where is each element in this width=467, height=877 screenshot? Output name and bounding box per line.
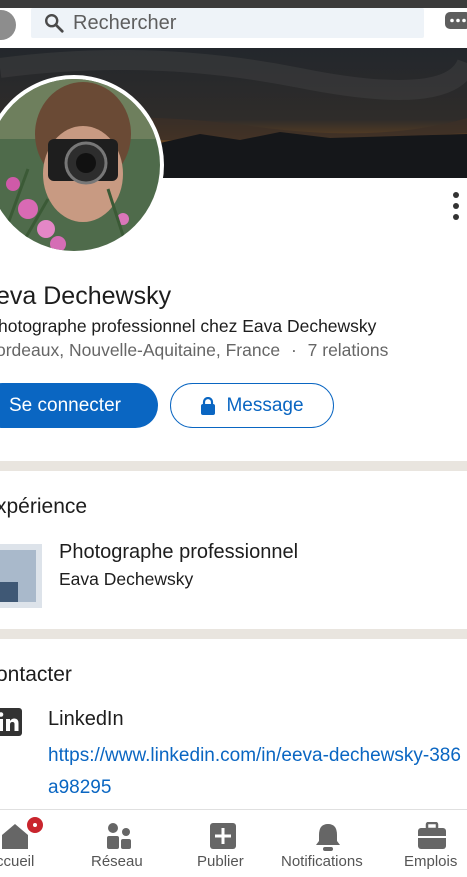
section-divider [0, 629, 467, 639]
nav-home-label: ccueil [0, 853, 35, 870]
bell-icon [316, 824, 340, 851]
lock-icon [201, 396, 216, 415]
profile-photo-image [0, 79, 160, 251]
nav-notifications[interactable]: Notifications [280, 810, 376, 877]
message-button[interactable]: Message [170, 383, 334, 428]
connect-button[interactable]: Se connecter [0, 383, 158, 428]
experience-heading: xpérience [0, 495, 88, 518]
network-icon [107, 823, 131, 849]
experience-role[interactable]: Photographe professionnel [59, 541, 298, 564]
nav-notifications-label: Notifications [281, 853, 363, 870]
profile-name: eva Dechewsky [0, 282, 172, 310]
search-input[interactable]: Rechercher [31, 8, 424, 38]
messaging-icon[interactable] [443, 10, 467, 34]
nav-jobs-label: Emplois [404, 853, 458, 870]
message-button-label: Message [226, 394, 304, 416]
linkedin-profile-link[interactable]: https://www.linkedin.com/in/eeva-dechews… [48, 740, 467, 804]
contact-heading: ontacter [0, 663, 72, 686]
nav-post[interactable]: Publier [189, 810, 259, 877]
linkedin-icon [0, 708, 22, 736]
bottom-navigation: ccueil Réseau Publier Notifications [0, 809, 467, 877]
profile-location: ordeaux, Nouvelle-Aquitaine, France [0, 340, 281, 360]
status-strip [0, 0, 467, 8]
section-divider [0, 461, 467, 471]
company-logo-icon [0, 544, 42, 608]
nav-jobs[interactable]: Emplois [400, 810, 467, 877]
nav-post-label: Publier [197, 853, 244, 870]
nav-network[interactable]: Réseau [84, 810, 154, 877]
nav-network-label: Réseau [91, 853, 143, 870]
experience-company: Eava Dechewsky [59, 569, 194, 589]
profile-headline: hotographe professionnel chez Eava Deche… [0, 316, 377, 336]
post-icon [210, 823, 236, 849]
search-icon [45, 14, 64, 33]
search-placeholder: Rechercher [73, 11, 177, 34]
more-options-icon[interactable] [449, 190, 463, 224]
profile-location-line: ordeaux, Nouvelle-Aquitaine, France · 7 … [0, 340, 388, 361]
contact-linkedin-label: LinkedIn [48, 708, 124, 730]
separator-dot: · [290, 340, 297, 360]
profile-photo[interactable] [0, 75, 164, 255]
relations-count[interactable]: 7 relations [308, 340, 389, 360]
briefcase-icon [418, 822, 446, 849]
notification-badge [25, 815, 45, 835]
